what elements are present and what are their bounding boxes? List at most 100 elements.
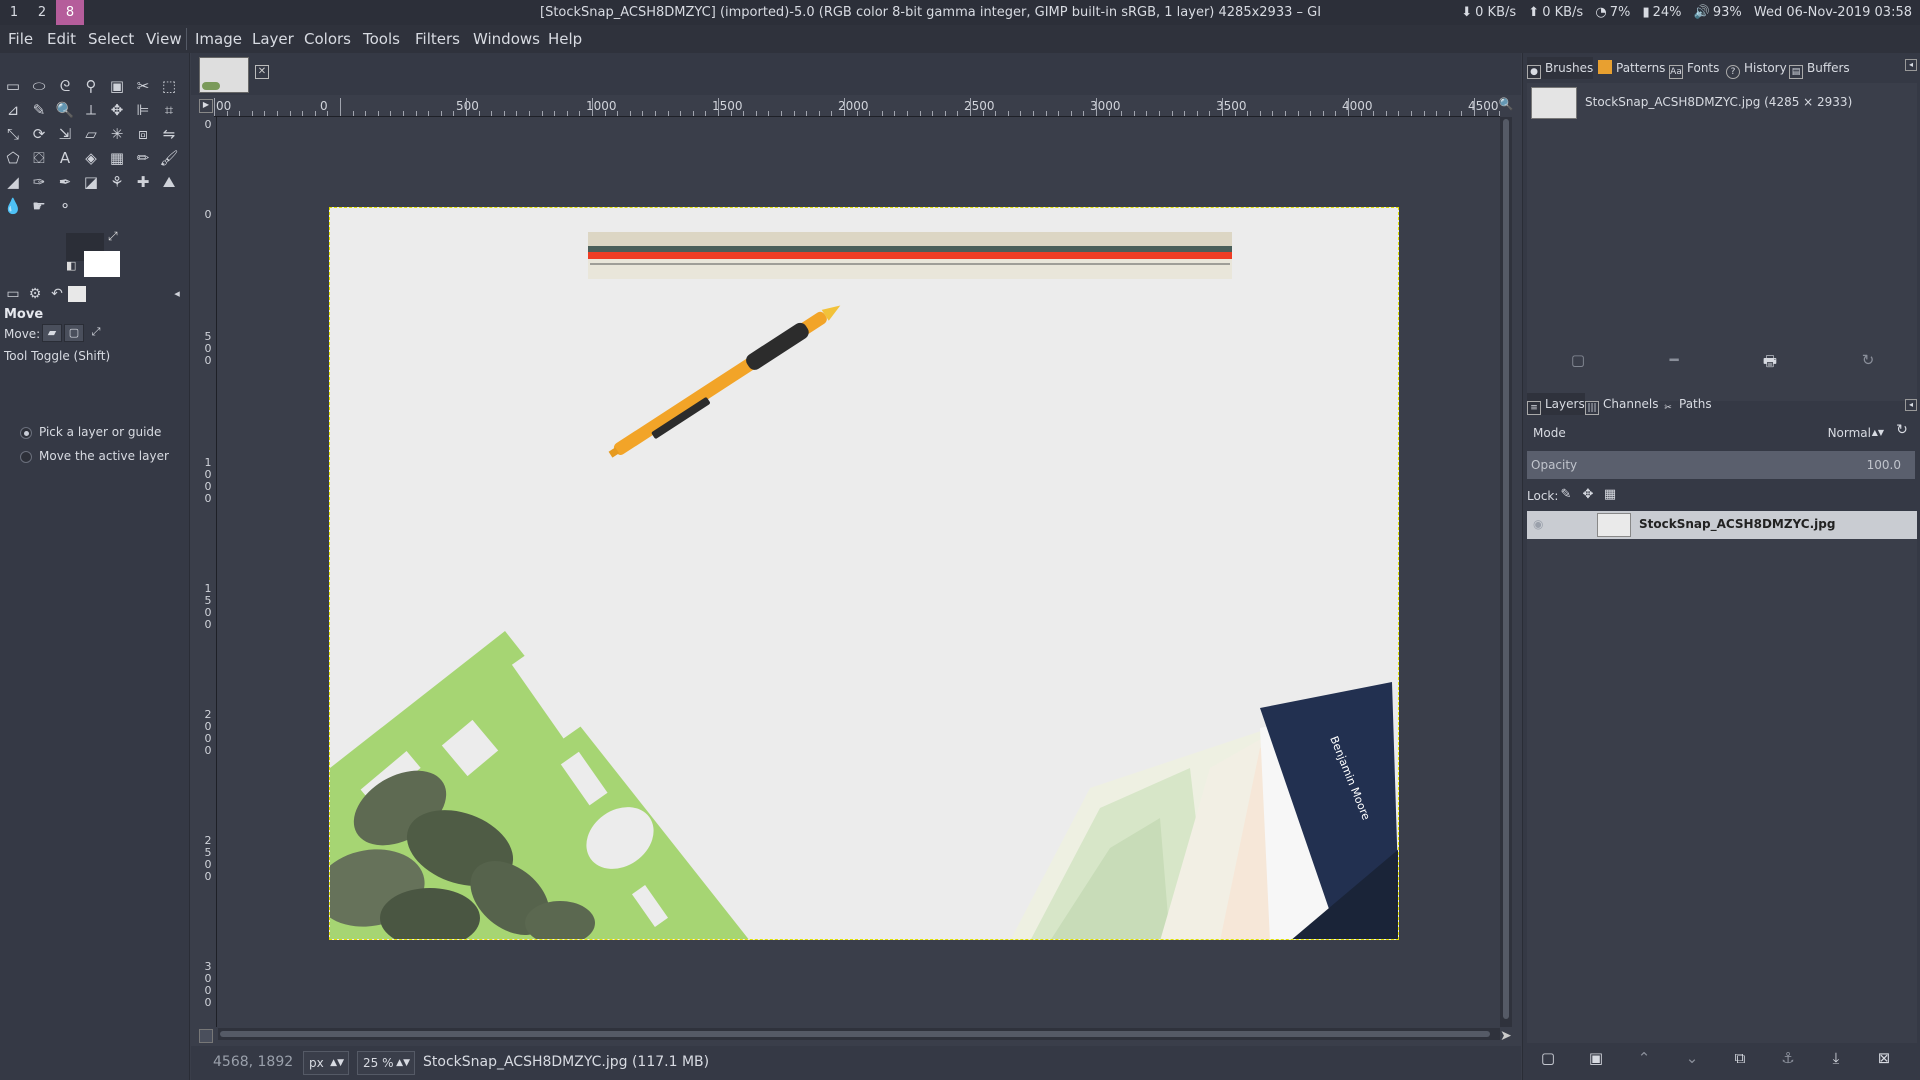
menu-view[interactable]: View (146, 25, 182, 53)
gradient-icon[interactable]: ▦ (106, 147, 128, 169)
layer-item[interactable]: ◉ StockSnap_ACSH8DMZYC.jpg (1527, 511, 1917, 539)
delete-image-icon[interactable]: 🖶 (1759, 351, 1781, 373)
image-tab-thumbnail[interactable] (199, 57, 249, 93)
close-tab-icon[interactable]: ✕ (255, 65, 269, 79)
mode-select[interactable]: Normal ▲▼ (1797, 422, 1887, 444)
navigate-icon[interactable]: ➤ (1500, 1028, 1516, 1044)
perspective-icon[interactable]: ⧈ (132, 123, 154, 145)
paintbrush-icon[interactable]: 🖌 (158, 147, 180, 169)
menu-file[interactable]: File (8, 25, 33, 53)
color-picker-icon[interactable]: ✎ (28, 99, 50, 121)
workspace-8[interactable]: 8 (56, 0, 84, 25)
anchor-layer-icon[interactable]: ⚓ (1777, 1049, 1799, 1071)
tab-brushes[interactable]: ● Brushes (1527, 57, 1594, 79)
clock[interactable]: Wed 06-Nov-2019 03:58 (1754, 5, 1912, 20)
menu-filters[interactable]: Filters (415, 25, 460, 53)
new-layer-group-icon[interactable]: ▣ (1585, 1049, 1607, 1071)
zoom-select[interactable]: 25 % ▲▼ (357, 1051, 415, 1075)
perspective-clone-icon[interactable]: ⛰ (158, 171, 180, 193)
device-status-tab-icon[interactable]: ⚙ (24, 283, 46, 305)
merge-layer-icon[interactable]: ⤓ (1825, 1049, 1847, 1071)
zoom-image-icon[interactable]: 🔍 (1497, 97, 1515, 115)
blur-icon[interactable]: 💧 (2, 195, 24, 217)
background-color-swatch[interactable] (84, 251, 120, 277)
workspace-1[interactable]: 1 (0, 0, 28, 25)
workspace-2[interactable]: 2 (28, 0, 56, 25)
duplicate-layer-icon[interactable]: ⧉ (1729, 1049, 1751, 1071)
lock-position-icon[interactable]: ✥ (1579, 487, 1597, 505)
menu-layer[interactable]: Layer (252, 25, 294, 53)
dock-menu-icon[interactable]: ◂ (1905, 59, 1917, 71)
tab-patterns[interactable]: Patterns (1598, 57, 1665, 79)
zoom-icon[interactable]: 🔍 (54, 99, 76, 121)
cage-icon[interactable]: ⬠ (2, 147, 24, 169)
measure-tool-icon[interactable]: ⟂ (80, 99, 102, 121)
heal-icon[interactable]: ✚ (132, 171, 154, 193)
menu-image[interactable]: Image (195, 25, 242, 53)
raise-layer-icon[interactable]: ⌃ (1633, 1049, 1655, 1071)
pencil-icon[interactable]: ✏ (132, 147, 154, 169)
scissors-select-icon[interactable]: ✂ (132, 75, 154, 97)
menu-edit[interactable]: Edit (47, 25, 76, 53)
dodge-burn-icon[interactable]: ⚬ (54, 195, 76, 217)
canvas-viewport[interactable]: Benjamin Moore (218, 117, 1500, 1027)
smudge-icon[interactable]: ☛ (28, 195, 50, 217)
tab-fonts[interactable]: Aa Fonts (1669, 57, 1719, 79)
ruler-corner-icon[interactable]: ▶ (199, 99, 213, 113)
layer-name[interactable]: StockSnap_ACSH8DMZYC.jpg (1639, 517, 1835, 531)
tab-channels[interactable]: ||| Channels (1585, 393, 1659, 415)
image-canvas[interactable]: Benjamin Moore (329, 207, 1399, 940)
vertical-ruler[interactable]: 0 0 500 1000 1500 2000 2500 3000 (199, 117, 217, 1027)
eraser-icon[interactable]: ◢ (2, 171, 24, 193)
flip-icon[interactable]: ⇋ (158, 123, 180, 145)
horizontal-scrollbar[interactable] (218, 1028, 1500, 1040)
fuzzy-select-icon[interactable]: ⚲ (80, 75, 102, 97)
paths-icon[interactable]: ⬚ (158, 75, 180, 97)
move-active-layer-radio[interactable] (20, 451, 32, 463)
menu-windows[interactable]: Windows (473, 25, 540, 53)
ink-icon[interactable]: ✒ (54, 171, 76, 193)
vertical-scrollbar[interactable] (1500, 117, 1512, 1027)
new-layer-icon[interactable]: ▢ (1537, 1049, 1559, 1071)
menu-colors[interactable]: Colors (304, 25, 351, 53)
unit-select[interactable]: px ▲▼ (303, 1051, 349, 1075)
clone-icon[interactable]: ⚘ (106, 171, 128, 193)
tab-layers[interactable]: ≡ Layers (1527, 393, 1585, 415)
lock-alpha-icon[interactable]: ▦ (1601, 487, 1619, 505)
warp-icon[interactable]: ✳ (106, 123, 128, 145)
pick-layer-radio[interactable] (20, 427, 32, 439)
mypaint-brush-icon[interactable]: ◪ (80, 171, 102, 193)
create-display-icon[interactable]: ━ (1663, 351, 1685, 373)
tab-buffers[interactable]: ▤ Buffers (1789, 57, 1850, 79)
measure-icon[interactable]: ⊿ (2, 99, 24, 121)
shear-icon[interactable]: ▱ (80, 123, 102, 145)
swap-colors-icon[interactable]: ⤢ (108, 229, 118, 244)
visibility-eye-icon[interactable]: ◉ (1533, 517, 1549, 533)
move-selection-button[interactable]: ▢ (64, 324, 84, 342)
text-icon[interactable]: A (54, 147, 76, 169)
menu-tools[interactable]: Tools (363, 25, 400, 53)
crop-icon[interactable]: ⌗ (158, 99, 180, 121)
volume-icon[interactable]: 🔊 (1694, 5, 1710, 20)
lower-layer-icon[interactable]: ⌄ (1681, 1049, 1703, 1071)
move-path-button[interactable]: ⤢ (86, 324, 106, 342)
foreground-select-icon[interactable]: ▣ (106, 75, 128, 97)
mode-reset-icon[interactable]: ↻ (1889, 422, 1915, 444)
refresh-icon[interactable]: ↻ (1857, 351, 1879, 373)
images-tab-icon[interactable] (68, 286, 86, 302)
ellipse-select-icon[interactable]: ⬭ (28, 75, 50, 97)
lock-pixels-icon[interactable]: ✎ (1557, 487, 1575, 505)
align-icon[interactable]: ⊫ (132, 99, 154, 121)
move-icon[interactable]: ✥ (106, 99, 128, 121)
tab-menu-icon[interactable]: ◂ (166, 283, 188, 305)
free-select-icon[interactable]: ᘓ (54, 75, 76, 97)
paint-bucket-icon[interactable]: ◈ (80, 147, 102, 169)
image-list-item[interactable]: StockSnap_ACSH8DMZYC.jpg (4285 × 2933) (1527, 85, 1917, 123)
horizontal-ruler[interactable]: 00 0 500 1000 1500 2000 2500 3000 3500 4000 4500 (214, 97, 1500, 117)
rotate-icon[interactable]: ⟳ (28, 123, 50, 145)
delete-layer-icon[interactable]: ⊠ (1873, 1049, 1895, 1071)
move-active-layer-label[interactable]: Move the active layer (39, 449, 169, 463)
layers-dock-menu-icon[interactable]: ◂ (1905, 399, 1917, 411)
undo-history-tab-icon[interactable]: ↶ (46, 283, 68, 305)
default-colors-icon[interactable]: ◧ (66, 259, 76, 272)
